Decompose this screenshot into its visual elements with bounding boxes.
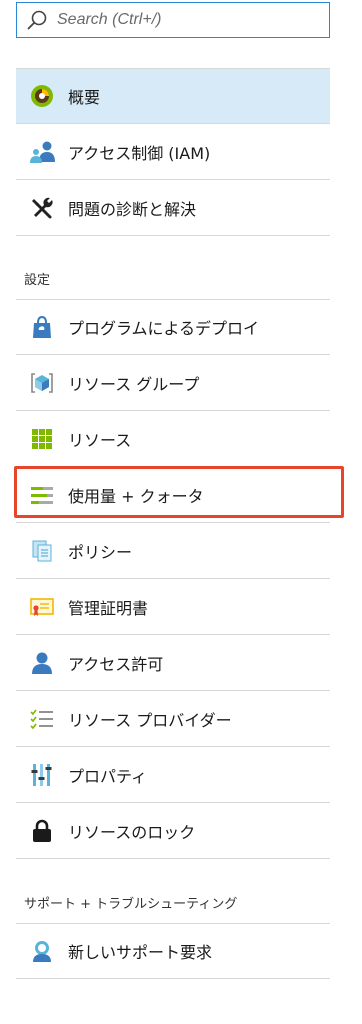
- properties-sliders-icon: [16, 747, 68, 803]
- menu-item-label: リソース プロバイダー: [68, 710, 232, 730]
- menu-item-label: 管理証明書: [68, 598, 149, 618]
- menu-item-label: ポリシー: [68, 542, 133, 562]
- search-input[interactable]: [57, 5, 317, 35]
- menu-item-label: リソース グループ: [68, 374, 200, 394]
- certificate-icon: [16, 579, 68, 635]
- policy-icon: [16, 523, 68, 579]
- menu-item-deployment[interactable]: プログラムによるデプロイ: [16, 299, 330, 355]
- lock-icon: [16, 803, 68, 859]
- menu-item-label: プロパティ: [68, 766, 148, 786]
- menu-item-access-permission[interactable]: アクセス許可: [16, 635, 330, 691]
- menu-item-label: プログラムによるデプロイ: [68, 319, 260, 338]
- menu-item-properties[interactable]: プロパティ: [16, 747, 330, 803]
- support-request-icon: [16, 923, 68, 979]
- resource-menu-panel: 概要 アクセス制御 (IAM) 問題の診断と解決 設定: [0, 0, 362, 1024]
- menu-item-new-support-request[interactable]: 新しいサポート要求: [16, 923, 330, 979]
- user-permission-icon: [16, 635, 68, 691]
- provider-list-icon: [16, 691, 68, 747]
- menu-item-resources[interactable]: リソース: [16, 411, 330, 467]
- menu-item-usage-quota[interactable]: 使用量 + クォータ: [16, 467, 330, 523]
- usage-quota-icon: [16, 467, 68, 523]
- menu-item-certificates[interactable]: 管理証明書: [16, 579, 330, 635]
- access-control-icon: [16, 124, 68, 180]
- menu-item-resource-providers[interactable]: リソース プロバイダー: [16, 691, 330, 747]
- menu-item-label: 概要: [68, 88, 101, 107]
- resources-grid-icon: [16, 411, 68, 467]
- diagnose-tools-icon: [16, 180, 68, 236]
- overview-icon: [16, 68, 68, 124]
- menu-item-label: 問題の診断と解決: [68, 199, 197, 219]
- search-icon: [17, 2, 57, 38]
- menu-item-label: リソース: [68, 430, 132, 450]
- resource-group-icon: [16, 355, 68, 411]
- menu-item-policy[interactable]: ポリシー: [16, 523, 330, 579]
- menu-item-label: アクセス制御 (IAM): [68, 143, 211, 163]
- support-section-header: サポート + トラブルシューティング: [24, 897, 238, 912]
- menu-item-label: 新しいサポート要求: [68, 943, 213, 962]
- menu-item-access-control[interactable]: アクセス制御 (IAM): [16, 124, 330, 180]
- menu-item-label: アクセス許可: [68, 654, 164, 674]
- menu-item-resource-group[interactable]: リソース グループ: [16, 355, 330, 411]
- settings-section-header: 設定: [24, 273, 51, 288]
- menu-item-overview[interactable]: 概要: [16, 68, 330, 124]
- deployment-bag-icon: [16, 299, 68, 355]
- menu-item-label: リソースのロック: [68, 822, 196, 842]
- menu-item-diagnose[interactable]: 問題の診断と解決: [16, 180, 330, 236]
- menu-item-label: 使用量 + クォータ: [68, 486, 204, 506]
- search-box[interactable]: [16, 2, 330, 38]
- menu-item-resource-locks[interactable]: リソースのロック: [16, 803, 330, 859]
